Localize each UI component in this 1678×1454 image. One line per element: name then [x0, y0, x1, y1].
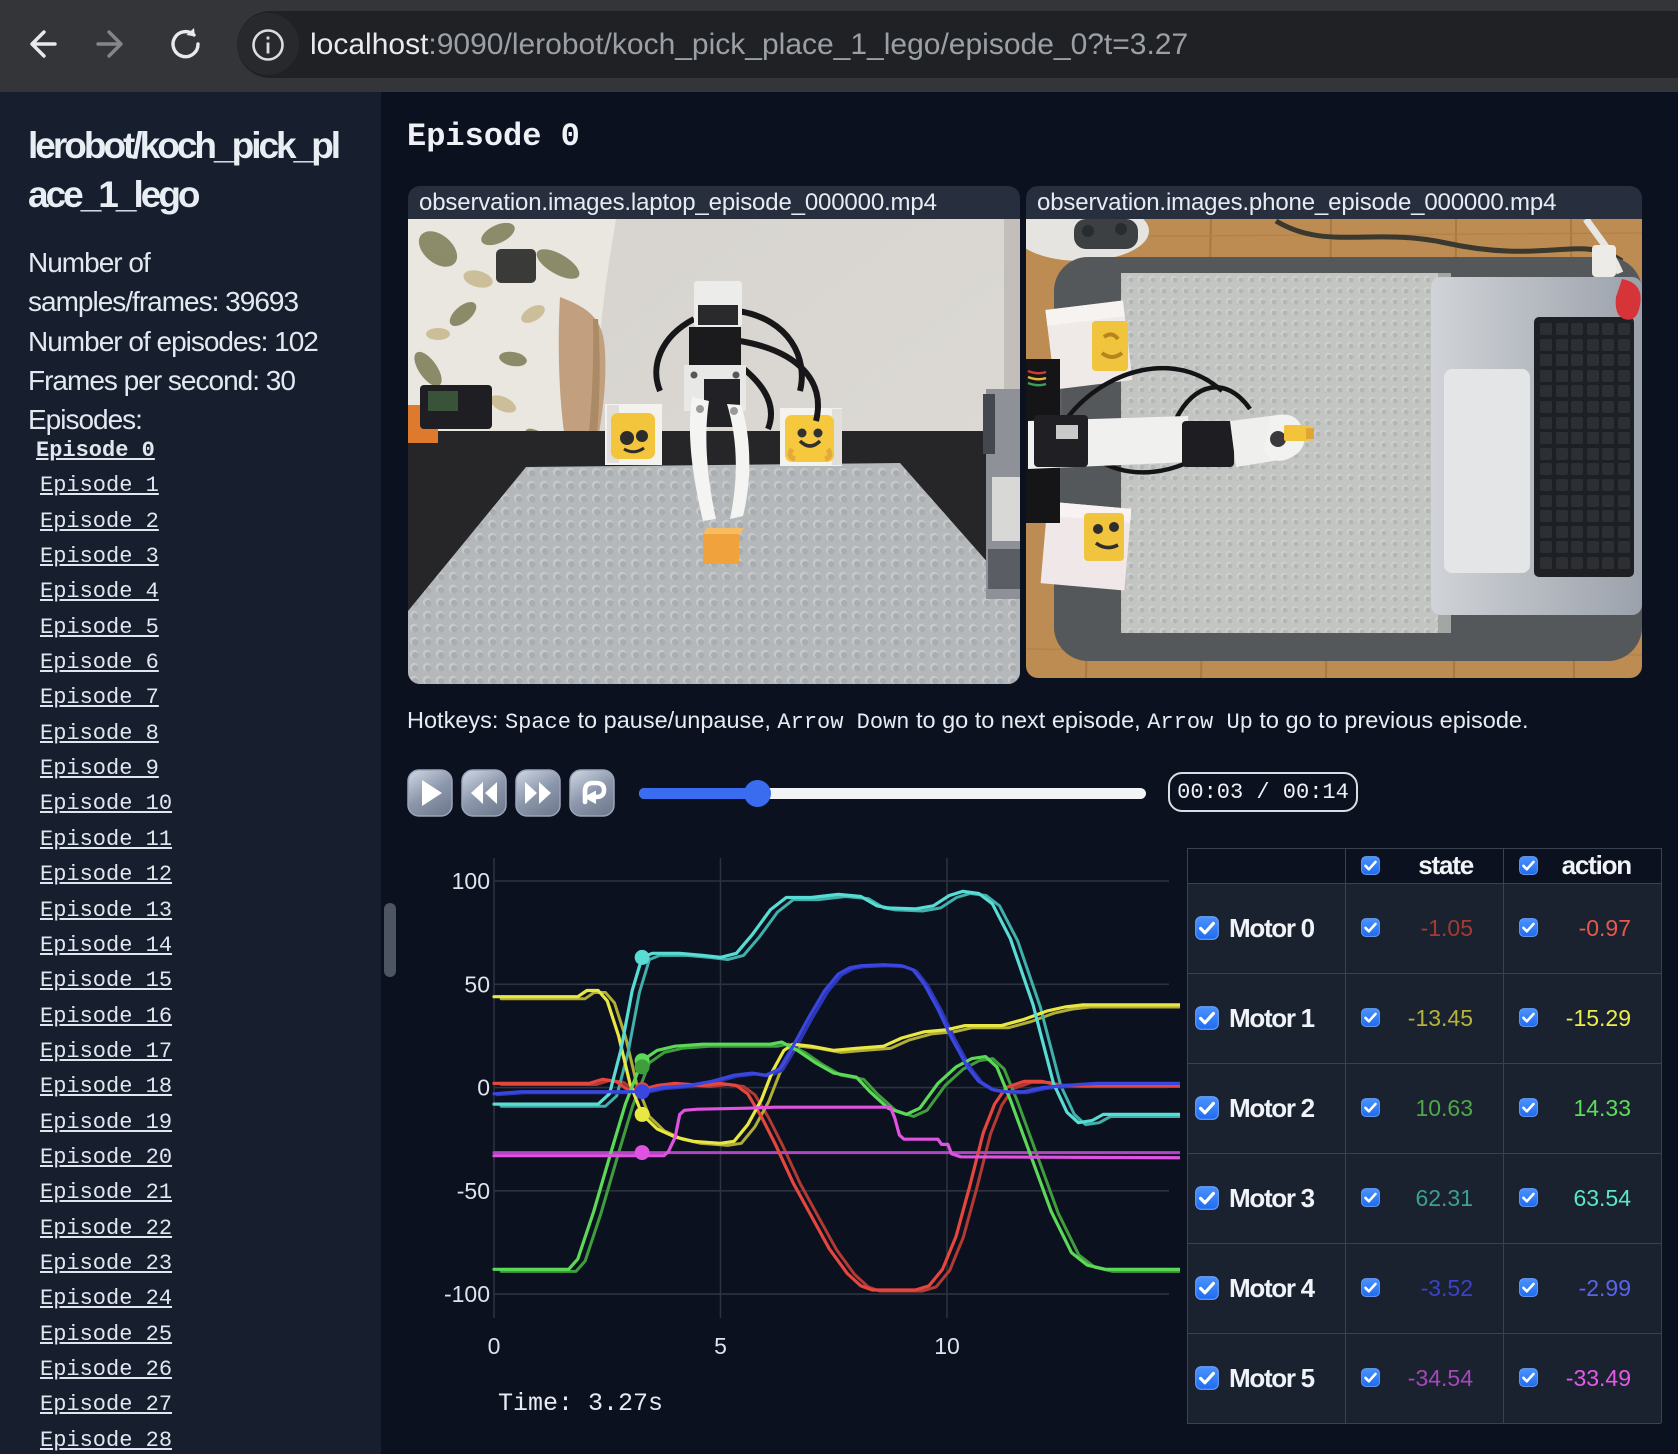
svg-text:10: 10	[934, 1333, 960, 1359]
svg-text:0: 0	[477, 1075, 490, 1101]
svg-text:5: 5	[714, 1333, 727, 1359]
svg-text:0: 0	[488, 1333, 501, 1359]
svg-text:100: 100	[452, 868, 490, 894]
svg-text:50: 50	[464, 971, 490, 997]
svg-text:-50: -50	[457, 1178, 490, 1204]
svg-text:-100: -100	[444, 1281, 490, 1307]
